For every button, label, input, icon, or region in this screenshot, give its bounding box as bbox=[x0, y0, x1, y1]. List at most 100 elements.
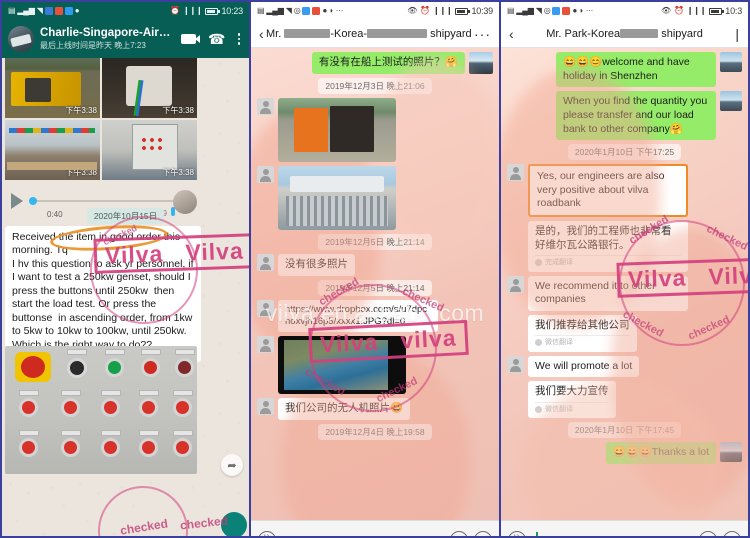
outgoing-bubble: 😄😄😄Thanks a lot bbox=[605, 441, 716, 464]
chat-title: Mr. Park-Korea shipyard bbox=[514, 28, 736, 40]
avatar bbox=[257, 398, 274, 416]
photo-timestamp: 下午3:38 bbox=[162, 168, 194, 177]
chat-body-panel1[interactable]: 下午3:38 下午3:38 下午3:38 下午3:38 0:40 下午3:39 … bbox=[2, 58, 249, 536]
selector-knob-photo bbox=[67, 358, 87, 378]
avatar bbox=[720, 91, 742, 112]
message-row[interactable]: 我们推荐给其他公司 微信翻译 bbox=[507, 314, 742, 352]
vibrate-icon: ❙❙❙ bbox=[182, 6, 203, 15]
panel-whatsapp-chat: ▤ ▂▄▆ ◥ ● ⏰ ❙❙❙ 10:23 Charlie-Singapore-… bbox=[0, 0, 250, 538]
message-input[interactable] bbox=[532, 530, 693, 536]
input-bar-panel2[interactable]: )) ☺ ＋ bbox=[251, 520, 499, 537]
alarm-icon: ⏰ bbox=[170, 6, 180, 15]
incoming-link-bubble[interactable]: https://www.dropbox.com/s/u7dpchoxvjh16p… bbox=[278, 299, 438, 333]
title-suffix: shipyard bbox=[427, 27, 472, 40]
avatar bbox=[507, 355, 524, 373]
message-row[interactable]: 我们要大力宣传 微信翻译 bbox=[507, 381, 742, 418]
redacted-name bbox=[620, 29, 659, 39]
message-row[interactable]: 我们公司的无人机照片😀 bbox=[257, 398, 493, 420]
eye-icon: 👁 bbox=[661, 6, 671, 15]
scroll-up-button[interactable]: ➦ bbox=[221, 454, 243, 476]
message-row[interactable]: We recommend it to other companies bbox=[507, 275, 742, 311]
status-bar-panel1: ▤ ▂▄▆ ◥ ● ⏰ ❙❙❙ 10:23 bbox=[2, 2, 249, 20]
chat-icon: ◗ bbox=[329, 6, 334, 15]
more-menu-icon[interactable]: | bbox=[735, 26, 740, 42]
message-row[interactable] bbox=[257, 336, 493, 395]
photo-thumb[interactable]: 下午3:38 bbox=[5, 58, 100, 118]
plus-icon[interactable]: ＋ bbox=[474, 530, 492, 536]
app-icon bbox=[44, 7, 53, 15]
chat-body-panel2[interactable]: 有没有在船上测试的照片？🤗 2019年12月3日 晚上21:06 2019年12… bbox=[251, 48, 499, 520]
message-row[interactable] bbox=[257, 166, 493, 230]
date-divider: 2020年1月10日 下午17:25 bbox=[567, 144, 682, 161]
date-divider: 2019年12月5日 晚上21:14 bbox=[318, 234, 432, 250]
avatar bbox=[257, 299, 274, 317]
message-row[interactable]: Yes, our engineers are also very positiv… bbox=[507, 164, 742, 218]
photo-thumb[interactable]: 下午3:38 bbox=[5, 120, 100, 180]
power-lamp-photo bbox=[105, 358, 124, 377]
status-bar-panel2: ▤ ▂▄▆ ◥ ◎ ● ◗ ··· 👁 ⏰ ❙❙❙ 10:39 bbox=[251, 2, 499, 20]
message-row[interactable]: When you find the quantity you please tr… bbox=[507, 91, 742, 141]
chat-header-panel3: ‹ Mr. Park-Korea shipyard | bbox=[501, 20, 748, 48]
message-row[interactable]: https://www.dropbox.com/s/u7dpchoxvjh16p… bbox=[257, 299, 493, 333]
message-row[interactable]: 没有很多照片 bbox=[257, 254, 493, 276]
input-bar-panel3[interactable]: )) ☺ ＋ bbox=[501, 520, 748, 536]
message-row[interactable]: 😄😄😄Thanks a lot bbox=[507, 441, 742, 464]
three-panel-chat-screenshot: ▤ ▂▄▆ ◥ ● ⏰ ❙❙❙ 10:23 Charlie-Singapore-… bbox=[0, 0, 750, 538]
message-row[interactable]: 有没有在船上测试的照片？🤗 bbox=[257, 52, 493, 74]
photo-grid: 下午3:38 下午3:38 下午3:38 下午3:38 bbox=[5, 58, 197, 180]
emoji-icon[interactable]: ☺ bbox=[699, 530, 717, 536]
chat-header-panel2: ‹ Mr. -Korea- shipyard ··· bbox=[251, 20, 499, 48]
video-call-icon[interactable] bbox=[178, 32, 201, 46]
translation-footer: 完成翻译 bbox=[535, 255, 681, 267]
load-lamp-photo bbox=[141, 358, 160, 377]
message-input[interactable] bbox=[282, 530, 444, 537]
more-icon: ··· bbox=[585, 6, 594, 15]
wifi-icon: ◥ bbox=[535, 6, 542, 15]
control-panel-photo[interactable] bbox=[5, 346, 197, 474]
message-row[interactable]: 😄😄😊welcome and have holiday in Shenzhen bbox=[507, 52, 742, 88]
app-icon bbox=[562, 7, 571, 15]
contact-name[interactable]: Charlie-Singapore-Airtec... bbox=[40, 27, 172, 39]
overflow-menu-icon[interactable] bbox=[235, 33, 244, 45]
status-time: 10:23 bbox=[221, 6, 243, 16]
wifi-icon: ◥ bbox=[36, 6, 43, 15]
phone-icon[interactable]: ☎ bbox=[205, 32, 228, 46]
photo-bubble[interactable] bbox=[278, 98, 396, 162]
battery-icon bbox=[205, 7, 221, 15]
photo-thumb[interactable]: 下午3:38 bbox=[102, 58, 197, 118]
audio-progress-track[interactable] bbox=[29, 197, 191, 205]
message-icon: ● bbox=[322, 6, 328, 15]
date-divider: 2020年10月15日 bbox=[86, 208, 165, 224]
more-menu-icon[interactable]: ··· bbox=[474, 26, 491, 42]
translate-icon bbox=[535, 405, 542, 413]
battery-icon bbox=[455, 7, 471, 15]
emoji-icon[interactable]: ☺ bbox=[450, 530, 468, 536]
avatar bbox=[507, 275, 524, 293]
title-text: Mr. Park-Korea bbox=[546, 27, 621, 40]
signal-icon: ▂▄▆ bbox=[266, 6, 284, 15]
status-time: 10:39 bbox=[471, 6, 493, 16]
date-divider: 2020年1月10日 下午17:45 bbox=[567, 421, 682, 438]
panel-wechat-chat-shipyard: ▤ ▂▄▆ ◥ ◎ ● ◗ ··· 👁 ⏰ ❙❙❙ 10:39 ‹ Mr. -K… bbox=[250, 0, 500, 538]
voice-icon[interactable]: )) bbox=[508, 530, 526, 536]
photo-bubble[interactable] bbox=[278, 336, 406, 395]
voice-icon[interactable]: )) bbox=[258, 530, 276, 536]
signal-icon: ▂▄▆ bbox=[17, 6, 35, 15]
date-divider: 2019年12月5日 晚上21:14 bbox=[318, 279, 432, 296]
message-row[interactable] bbox=[257, 98, 493, 162]
plus-icon[interactable]: ＋ bbox=[723, 530, 741, 536]
alarm-lamp-photo bbox=[175, 358, 194, 377]
photo-bubble[interactable] bbox=[278, 166, 396, 230]
translation-footer: 微信翻译 bbox=[535, 401, 609, 414]
title-suffix: shipyard bbox=[658, 27, 703, 40]
photo-timestamp: 下午3:38 bbox=[65, 168, 97, 177]
message-row[interactable]: 是的，我们的工程师也非常看好维尔瓦公路银行。 完成翻译 bbox=[507, 221, 742, 272]
new-chat-fab[interactable] bbox=[221, 512, 247, 536]
message-row[interactable]: We will promote a lot bbox=[507, 355, 742, 378]
translate-icon bbox=[535, 339, 542, 347]
chat-body-panel3[interactable]: 😄😄😊welcome and have holiday in Shenzhen … bbox=[501, 48, 748, 520]
photo-thumb[interactable]: 下午3:38 bbox=[102, 120, 197, 180]
app-icon bbox=[64, 7, 73, 15]
avatar[interactable] bbox=[8, 26, 34, 52]
incoming-bubble-translated: 我们要大力宣传 微信翻译 bbox=[528, 381, 616, 418]
